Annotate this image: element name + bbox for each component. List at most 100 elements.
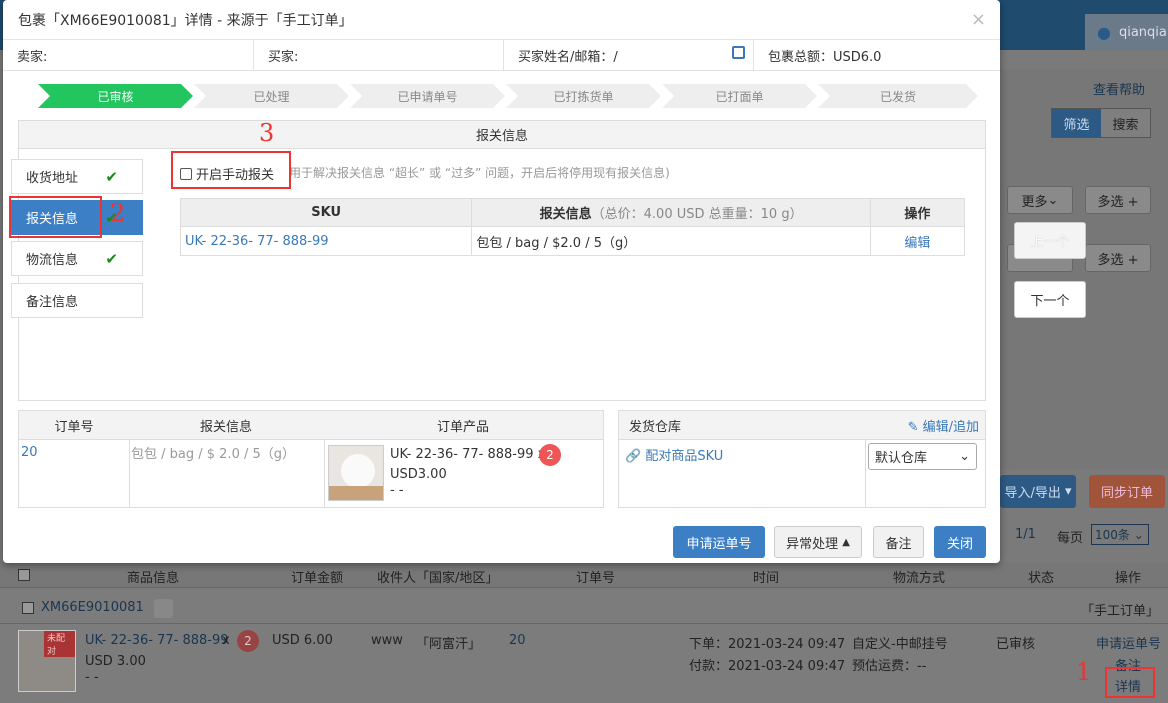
note-button[interactable]: 备注	[873, 526, 924, 558]
user-menu[interactable]: ● qianqia	[1085, 14, 1168, 50]
order-table-header: 订单号 报关信息 订单产品	[19, 411, 603, 440]
edit-add-label: 编辑/追加	[922, 419, 979, 435]
th-time: 时间	[753, 571, 780, 586]
warehouse-selected: 默认仓库	[875, 451, 928, 466]
edit-icon[interactable]	[732, 46, 745, 59]
table-header: 商品信息 订单金额 收件人「国家/地区」 订单号 时间 物流方式 状态 操作	[0, 562, 1168, 588]
warehouse-header: 发货仓库 ✎ 编辑/追加	[619, 411, 985, 440]
import-export-button[interactable]: 导入/导出 ▾	[1000, 475, 1076, 508]
row-paid-at: 付款：2021-03-24 09:47	[689, 659, 846, 674]
row-country: 「阿富汗」	[416, 637, 482, 652]
row-amount: USD 6.00	[272, 633, 333, 648]
th-product: 订单产品	[436, 419, 489, 435]
more-label: 更多	[1021, 194, 1048, 210]
help-link[interactable]: 查看帮助	[1093, 79, 1145, 98]
nav-logistics-info[interactable]: 物流信息 ✔	[11, 241, 143, 276]
next-button[interactable]: 下一个	[1014, 281, 1086, 318]
edit-link[interactable]: 编辑	[869, 226, 966, 256]
dog-image-base	[329, 486, 383, 500]
tab-search[interactable]: 搜索	[1101, 109, 1150, 137]
row-qty-badge: 2	[237, 630, 259, 652]
per-page-select[interactable]: 100条 ⌄	[1091, 524, 1149, 545]
match-sku-link[interactable]: 🔗 配对商品SKU	[625, 445, 723, 464]
th-order-no: 订单号	[576, 571, 616, 586]
row-apply-link[interactable]: 申请运单号	[1096, 633, 1161, 652]
sync-orders-button[interactable]: 同步订单	[1089, 475, 1165, 508]
select-all-checkbox[interactable]	[18, 569, 30, 581]
orders-table: 商品信息 订单金额 收件人「国家/地区」 订单号 时间 物流方式 状态 操作 X…	[0, 562, 1168, 703]
annotation-number-3: 3	[259, 119, 275, 147]
annotation-box-1	[1105, 667, 1155, 698]
link-icon: 🔗	[625, 449, 642, 464]
nav-shipping-address[interactable]: 收货地址 ✔	[11, 159, 143, 194]
row-ordered-at: 下单：2021-03-24 09:47	[689, 637, 846, 652]
declare-value: 包包 / bag / $2.0 / 5（g）	[471, 226, 871, 256]
row-checkbox[interactable]	[22, 602, 34, 614]
order-source: 「手工订单」	[1081, 604, 1160, 619]
annotation-box-3	[171, 151, 291, 189]
edit-icon: ✎	[907, 419, 919, 435]
row-recipient: www	[371, 633, 403, 648]
row-shipping: 自定义-中邮挂号	[852, 637, 948, 652]
edit-add-link[interactable]: ✎ 编辑/追加	[908, 416, 979, 435]
chevron-down-icon: ⌄	[959, 449, 970, 464]
row-order-no[interactable]: 20	[509, 633, 526, 648]
copy-icon[interactable]	[154, 599, 173, 618]
th-declare-label: 报关信息	[539, 207, 592, 222]
customs-section: 报关信息 开启手动报关 用于解决报关信息 “超长” 或 “过多” 问题，开启后将…	[18, 119, 986, 401]
row-qty-sep: x	[222, 633, 230, 648]
buyer-contact-label: 买家姓名/邮箱：/	[518, 50, 618, 65]
annotation-box-2	[9, 196, 102, 238]
annotation-number-2: 2	[110, 199, 126, 227]
tab-filter[interactable]: 筛选	[1052, 109, 1101, 137]
nav-label: 备注信息	[26, 295, 79, 310]
buyer-contact-cell: 买家姓名/邮箱：/	[504, 40, 754, 71]
order-no-link[interactable]: 20	[21, 445, 38, 460]
more-button[interactable]: 更多 ⌄	[1007, 186, 1073, 214]
unmatched-tag: 未配对	[44, 631, 75, 657]
product-price: USD3.00	[390, 467, 447, 482]
close-button[interactable]: 关闭	[934, 526, 986, 558]
row-status: 已审核	[996, 637, 1036, 652]
prev-button[interactable]: 上一个	[1014, 222, 1086, 259]
table-row: UK- 22-36- 77- 888-99 包包 / bag / $2.0 / …	[179, 226, 966, 256]
order-declare: 包包 / bag / $ 2.0 / 5（g）	[131, 447, 296, 462]
per-page-value: 100条	[1095, 528, 1130, 542]
th-action: 操作	[1115, 571, 1142, 586]
product-dash: - -	[390, 483, 404, 498]
chevron-down-icon: ⌄	[1133, 527, 1144, 542]
modal-header: 包裹「XM66E9010081」详情 - 来源于「手工订单」 ×	[3, 0, 1000, 40]
chevron-down-icon: ⌄	[1047, 192, 1059, 208]
row-sku-link[interactable]: UK- 22-36- 77- 888-99	[85, 633, 229, 648]
step-reviewed: 已审核	[38, 84, 193, 108]
buyer-label: 买家:	[254, 40, 504, 71]
nav-notes-info[interactable]: 备注信息	[11, 283, 143, 318]
filter-search-toggle: 筛选 搜索	[1051, 108, 1151, 138]
warehouse-panel: 发货仓库 ✎ 编辑/追加 🔗 配对商品SKU 默认仓库 ⌄	[618, 410, 986, 508]
apply-tracking-button[interactable]: 申请运单号	[673, 526, 765, 558]
check-icon: ✔	[105, 167, 118, 186]
customs-sku-table: SKU 报关信息（总价：4.00 USD 总重量：10 g） 操作 UK- 22…	[179, 198, 966, 256]
match-sku-label: 配对商品SKU	[645, 449, 724, 464]
multi-select-button-2[interactable]: 多选 +	[1085, 244, 1151, 272]
product-thumbnail: 未配对	[18, 630, 76, 692]
th-declare-sub: （总价：4.00 USD 总重量：10 g）	[591, 207, 803, 222]
order-id-link[interactable]: XM66E9010081	[41, 600, 144, 615]
row-est-fee: 预估运费：--	[852, 659, 927, 674]
user-icon: ●	[1097, 22, 1111, 42]
exception-button[interactable]: 异常处理 ▲	[774, 526, 862, 558]
product-thumbnail	[328, 445, 384, 501]
close-icon[interactable]: ×	[971, 9, 986, 30]
th-declare: 报关信息	[199, 419, 252, 435]
qty-badge: 2	[539, 444, 561, 466]
divider	[865, 440, 866, 507]
step-processed: 已处理	[194, 84, 349, 108]
warehouse-title: 发货仓库	[629, 419, 682, 435]
warehouse-select[interactable]: 默认仓库 ⌄	[868, 443, 977, 470]
per-page-label: 每页	[1057, 531, 1084, 546]
table-row: 未配对 UK- 22-36- 77- 888-99 x 2 USD 3.00 -…	[0, 623, 1168, 703]
multi-select-button-1[interactable]: 多选 +	[1085, 186, 1151, 214]
sku-link[interactable]: UK- 22-36- 77- 888-99	[179, 226, 473, 256]
step-picklist-printed: 已打拣货单	[506, 84, 661, 108]
th-status: 状态	[1028, 571, 1055, 586]
